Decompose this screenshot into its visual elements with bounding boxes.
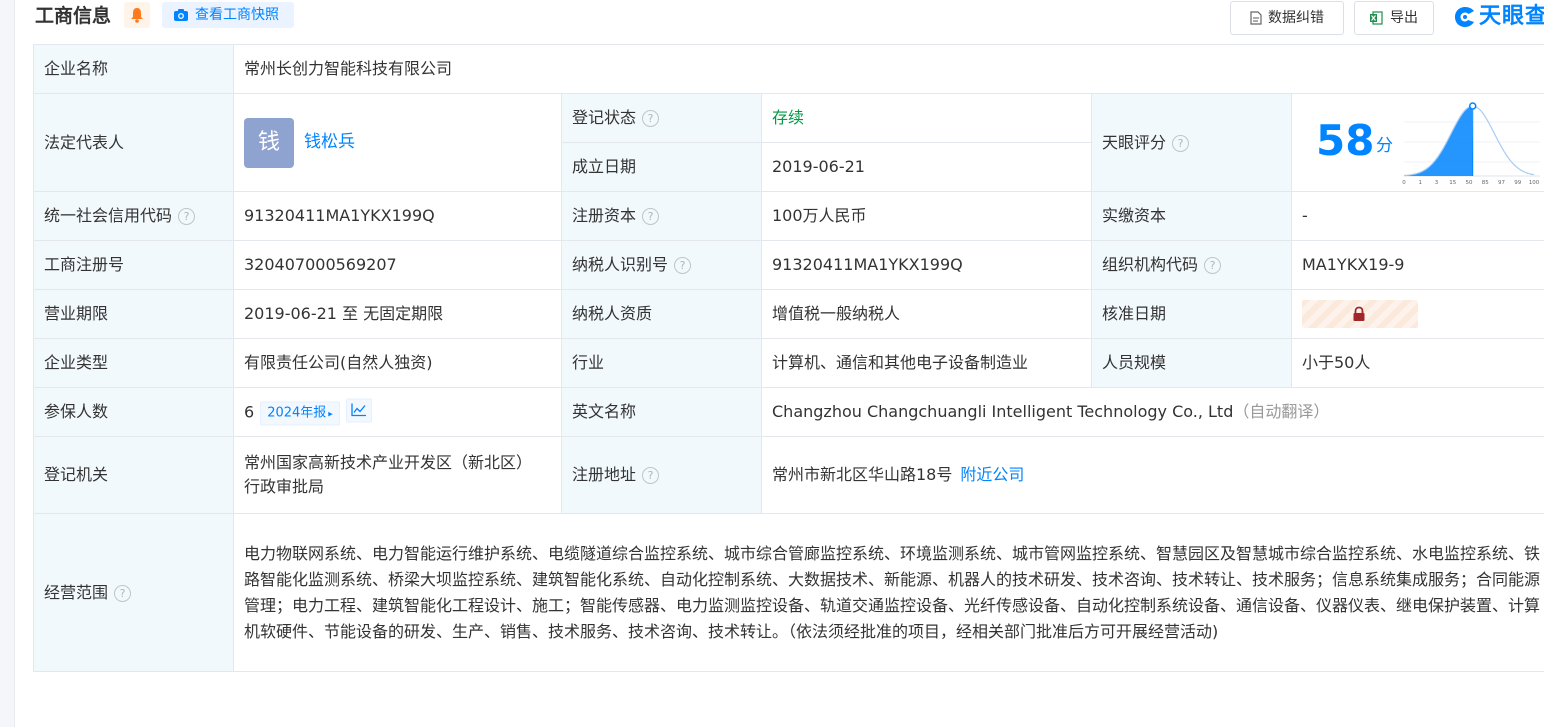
help-icon[interactable]: ? bbox=[642, 208, 660, 225]
logo-icon bbox=[1455, 7, 1474, 27]
score-marker bbox=[1468, 102, 1477, 110]
label-industry: 行业 bbox=[561, 338, 762, 388]
label-paid-capital: 实缴资本 bbox=[1091, 191, 1292, 241]
value-staff-size: 小于50人 bbox=[1291, 338, 1544, 388]
score-axis-tick: 15 bbox=[1449, 180, 1456, 186]
label-taxpayer-qual: 纳税人资质 bbox=[561, 289, 762, 339]
value-taxpayer-qual: 增值税一般纳税人 bbox=[761, 289, 1092, 339]
label-credit-code: 统一社会信用代码? bbox=[33, 191, 234, 241]
score-axis-tick: 0 bbox=[1402, 180, 1406, 186]
label-insured: 参保人数 bbox=[33, 387, 234, 437]
value-legal-rep: 钱 钱松兵 bbox=[233, 93, 562, 192]
value-taxpayer-id: 91320411MA1YKX199Q bbox=[761, 240, 1092, 290]
score-axis-tick: 100 bbox=[1529, 180, 1540, 186]
camera-icon bbox=[174, 9, 188, 21]
value-tianyan-score[interactable]: 58 分 0 1 3 15 50 85 97 99 100 bbox=[1291, 93, 1544, 192]
label-company-name: 企业名称 bbox=[33, 44, 234, 94]
value-org-code: MA1YKX19-9 bbox=[1291, 240, 1544, 290]
help-icon[interactable]: ? bbox=[114, 584, 132, 602]
data-correction-button[interactable]: 数据纠错 bbox=[1230, 1, 1344, 35]
score-axis-tick: 1 bbox=[1419, 180, 1423, 186]
bell-icon bbox=[131, 8, 143, 23]
auto-translate-note: （自动翻译） bbox=[1233, 402, 1330, 421]
value-biz-term: 2019-06-21 至 无固定期限 bbox=[233, 289, 562, 339]
score-number: 58 bbox=[1316, 116, 1375, 165]
trend-chart-icon bbox=[351, 403, 366, 417]
score-axis-tick: 99 bbox=[1514, 180, 1521, 186]
value-approve-date bbox=[1291, 289, 1544, 339]
label-english-name: 英文名称 bbox=[561, 387, 762, 437]
label-legal-rep: 法定代表人 bbox=[33, 93, 234, 192]
value-insured: 6 2024年报 ▸ bbox=[233, 387, 562, 437]
left-scroll-strip bbox=[0, 0, 15, 727]
export-label: 导出 bbox=[1390, 10, 1418, 26]
label-org-code: 组织机构代码? bbox=[1091, 240, 1292, 290]
label-staff-size: 人员规模 bbox=[1091, 338, 1292, 388]
value-biz-reg-no: 320407000569207 bbox=[233, 240, 562, 290]
avatar[interactable]: 钱 bbox=[244, 118, 294, 168]
score-distribution-chart: 0 1 3 15 50 85 97 99 100 bbox=[1402, 102, 1540, 186]
value-industry: 计算机、通信和其他电子设备制造业 bbox=[761, 338, 1092, 388]
excel-icon bbox=[1370, 11, 1383, 25]
label-biz-scope: 经营范围? bbox=[33, 513, 234, 672]
brand-name: 天眼查 bbox=[1479, 4, 1544, 29]
help-icon[interactable]: ? bbox=[642, 110, 660, 127]
section-title: 工商信息 bbox=[35, 5, 112, 27]
label-taxpayer-id: 纳税人识别号? bbox=[561, 240, 762, 290]
label-reg-address: 注册地址? bbox=[561, 436, 762, 514]
score-fill-area bbox=[1404, 106, 1473, 176]
label-reg-status: 登记状态? bbox=[561, 93, 762, 143]
label-reg-capital: 注册资本? bbox=[561, 191, 762, 241]
help-icon[interactable]: ? bbox=[1172, 134, 1190, 152]
legal-rep-name-link[interactable]: 钱松兵 bbox=[304, 130, 355, 154]
caret-right-icon: ▸ bbox=[328, 409, 333, 420]
annual-report-tag[interactable]: 2024年报 ▸ bbox=[260, 401, 340, 426]
score-axis-tick: 85 bbox=[1482, 180, 1489, 186]
value-reg-capital: 100万人民币 bbox=[761, 191, 1092, 241]
follow-bell-button[interactable] bbox=[124, 2, 150, 28]
insured-count: 6 bbox=[244, 402, 255, 422]
help-icon[interactable]: ? bbox=[1204, 257, 1222, 274]
business-info-table: 企业名称 常州长创力智能科技有限公司 法定代表人 钱 钱松兵 登记状态? 存续 … bbox=[33, 44, 1544, 673]
lock-icon bbox=[1353, 306, 1365, 321]
value-biz-scope: 电力物联网系统、电力智能运行维护系统、电缆隧道综合监控系统、城市综合管廊监控系统… bbox=[233, 513, 1544, 672]
score-axis-tick: 97 bbox=[1498, 180, 1505, 186]
score-axis-tick: 3 bbox=[1435, 180, 1439, 186]
data-correction-label: 数据纠错 bbox=[1268, 10, 1324, 26]
label-biz-term: 营业期限 bbox=[33, 289, 234, 339]
help-icon[interactable]: ? bbox=[642, 467, 660, 484]
label-company-type: 企业类型 bbox=[33, 338, 234, 388]
label-approve-date: 核准日期 bbox=[1091, 289, 1292, 339]
value-english-name: Changzhou Changchuangli Intelligent Tech… bbox=[761, 387, 1544, 437]
doc-icon bbox=[1250, 11, 1262, 25]
value-company-type: 有限责任公司(自然人独资) bbox=[233, 338, 562, 388]
value-reg-status: 存续 bbox=[761, 93, 1092, 143]
view-snapshot-label: 查看工商快照 bbox=[195, 7, 279, 23]
brand-logo[interactable]: 天眼查 bbox=[1453, 2, 1544, 32]
export-button[interactable]: 导出 bbox=[1354, 1, 1434, 35]
nearby-companies-link[interactable]: 附近公司 bbox=[960, 465, 1024, 484]
value-credit-code: 91320411MA1YKX199Q bbox=[233, 191, 562, 241]
value-reg-address: 常州市新北区华山路18号 附近公司 bbox=[761, 436, 1544, 514]
value-reg-authority: 常州国家高新技术产业开发区（新北区）行政审批局 bbox=[233, 436, 562, 514]
label-reg-authority: 登记机关 bbox=[33, 436, 234, 514]
help-icon[interactable]: ? bbox=[178, 208, 196, 225]
label-found-date: 成立日期 bbox=[561, 142, 762, 192]
view-snapshot-button[interactable]: 查看工商快照 bbox=[162, 2, 294, 28]
value-paid-capital: - bbox=[1291, 191, 1544, 241]
score-unit: 分 bbox=[1376, 136, 1393, 156]
locked-value-button[interactable] bbox=[1302, 300, 1418, 328]
value-found-date: 2019-06-21 bbox=[761, 142, 1092, 192]
label-biz-reg-no: 工商注册号 bbox=[33, 240, 234, 290]
help-icon[interactable]: ? bbox=[674, 257, 692, 274]
value-company-name: 常州长创力智能科技有限公司 bbox=[233, 44, 1544, 94]
trend-chart-button[interactable] bbox=[345, 398, 372, 423]
status-badge: 存续 bbox=[772, 108, 805, 127]
label-tianyan-score: 天眼评分? bbox=[1091, 93, 1292, 192]
score-axis-tick: 50 bbox=[1466, 180, 1473, 186]
